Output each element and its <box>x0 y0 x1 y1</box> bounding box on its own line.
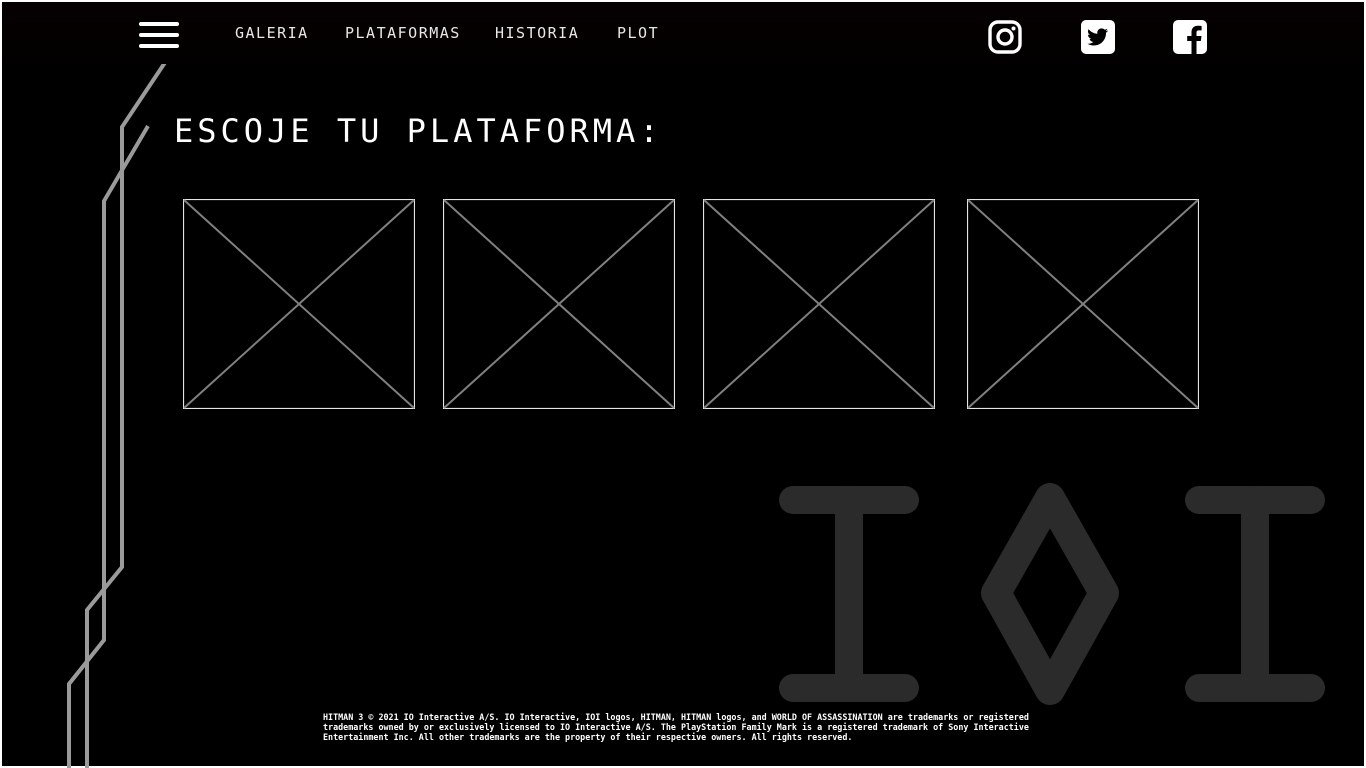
nav-link-plataformas[interactable]: PLATAFORMAS <box>345 24 461 42</box>
top-navbar <box>2 2 1364 64</box>
platform-card-2[interactable] <box>443 199 675 409</box>
page-heading: ESCOJE TU PLATAFORMA: <box>174 112 663 150</box>
facebook-icon[interactable] <box>1173 20 1207 54</box>
nav-link-plot[interactable]: PLOT <box>617 24 659 42</box>
platform-card-3[interactable] <box>703 199 935 409</box>
platform-card-1[interactable] <box>183 199 415 409</box>
decorative-lines <box>67 44 178 768</box>
platform-card-4[interactable] <box>967 199 1199 409</box>
instagram-icon[interactable] <box>988 20 1022 54</box>
nav-link-historia[interactable]: HISTORIA <box>495 24 579 42</box>
hamburger-menu-icon[interactable] <box>139 21 181 51</box>
footer-legal-text: HITMAN 3 © 2021 IO Interactive A/S. IO I… <box>323 712 1029 742</box>
ioi-logo <box>779 483 1325 705</box>
twitter-icon[interactable] <box>1081 20 1115 54</box>
nav-link-galeria[interactable]: GALERIA <box>235 24 309 42</box>
